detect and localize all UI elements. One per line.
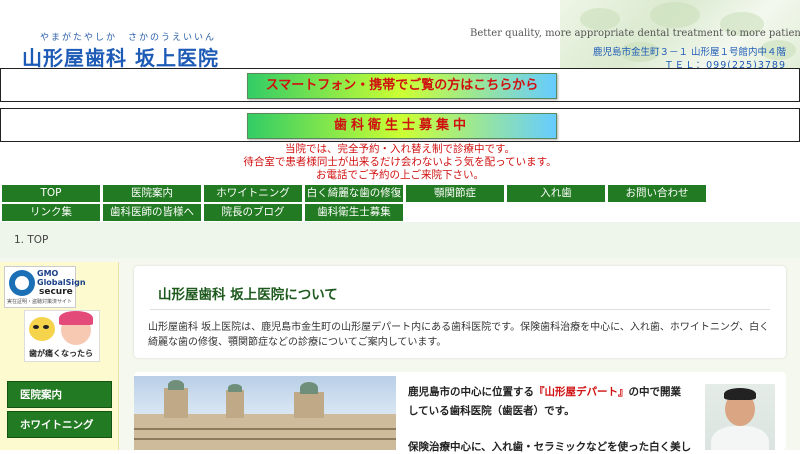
department-store-photo <box>134 376 396 450</box>
notice-line: お電話でご予約の上ご来院下さい。 <box>316 169 484 181</box>
banner-row-smartphone: スマートフォン・携帯でご覧の方はこちらから <box>0 68 800 102</box>
intro-line-1: 鹿児島市の中心に位置する『山形屋デパート』の中で開業 <box>408 384 681 399</box>
intro-line-2: している歯科医院（歯医者）です。 <box>408 405 575 417</box>
nav-contact[interactable]: お問い合わせ <box>608 185 706 202</box>
toothache-banner[interactable]: 歯が痛くなったら <box>24 310 100 362</box>
intro-line-1-pre: 鹿児島市の中心に位置する <box>408 386 534 398</box>
clinic-address: 鹿児島市金生町３－１ 山形屋１号館内中４階 <box>592 47 786 58</box>
about-title: 山形屋歯科 坂上医院について <box>158 287 338 303</box>
intro-line-1-post: の中で開業 <box>628 386 682 398</box>
doctor-photo <box>705 384 775 450</box>
seal-secure-label: secure <box>39 287 73 297</box>
nav-links[interactable]: リンク集 <box>2 204 100 221</box>
intro-line-3: 保険治療中心に、入れ歯・セラミックなどを使った白く美し <box>408 441 692 453</box>
sidebar-item-clinic-info[interactable]: 医院案内 <box>7 381 112 408</box>
nav-top[interactable]: TOP <box>2 185 100 202</box>
nav-tmj[interactable]: 顎関節症 <box>406 185 504 202</box>
seal-brand-name: GlobalSign <box>37 278 86 287</box>
intro-store-name: 『山形屋デパート』 <box>534 386 629 398</box>
nav-clinic-info[interactable]: 医院案内 <box>103 185 201 202</box>
hygienist-recruit-banner[interactable]: 歯科衛生士募集中 <box>247 113 557 139</box>
smartphone-site-banner[interactable]: スマートフォン・携帯でご覧の方はこちらから <box>247 73 557 99</box>
appointment-notice: 当院では、完全予約・入れ替え制で診療中です。 待合室で患者様同士が出来るだけ会わ… <box>0 143 800 182</box>
globalsign-seal[interactable]: GMO GlobalSign secure 実在証明・盗聴対策済サイト <box>4 266 86 308</box>
breadcrumb[interactable]: 1. TOP <box>14 234 48 246</box>
notice-line: 当院では、完全予約・入れ替え制で診療中です。 <box>285 143 515 155</box>
nav-for-dentists[interactable]: 歯科医師の皆様へ <box>103 204 201 221</box>
site-title[interactable]: 山形屋歯科 坂上医院 <box>22 42 219 71</box>
sidebar-item-whitening[interactable]: ホワイトニング <box>7 411 112 438</box>
nav-whitening[interactable]: ホワイトニング <box>204 185 302 202</box>
banner-row-recruit: 歯科衛生士募集中 <box>0 108 800 142</box>
about-text: 山形屋歯科 坂上医院は、鹿児島市金生町の山形屋デパート内にある歯科医院です。保険… <box>148 322 770 348</box>
notice-line: 待合室で患者様同士が出来るだけ会わないよう気を配っています。 <box>243 156 557 168</box>
breadcrumb-bar <box>0 222 800 258</box>
site-tagline: Better quality, more appropriate dental … <box>470 28 800 39</box>
character-face-icon <box>29 317 55 341</box>
seal-brand-gmo: GMO <box>37 269 59 278</box>
about-divider <box>150 309 770 310</box>
seal-brand: GMO GlobalSign <box>37 269 86 287</box>
nav-dentures[interactable]: 入れ歯 <box>507 185 605 202</box>
nav-blog[interactable]: 院長のブログ <box>204 204 302 221</box>
seal-sub-label: 実在証明・盗聴対策済サイト <box>7 299 73 305</box>
nav-restoration[interactable]: 白く綺麗な歯の修復 <box>305 185 403 202</box>
globalsign-logo-icon <box>9 270 35 296</box>
toothache-caption: 歯が痛くなったら <box>29 348 93 359</box>
nav-recruit[interactable]: 歯科衛生士募集 <box>305 204 403 221</box>
